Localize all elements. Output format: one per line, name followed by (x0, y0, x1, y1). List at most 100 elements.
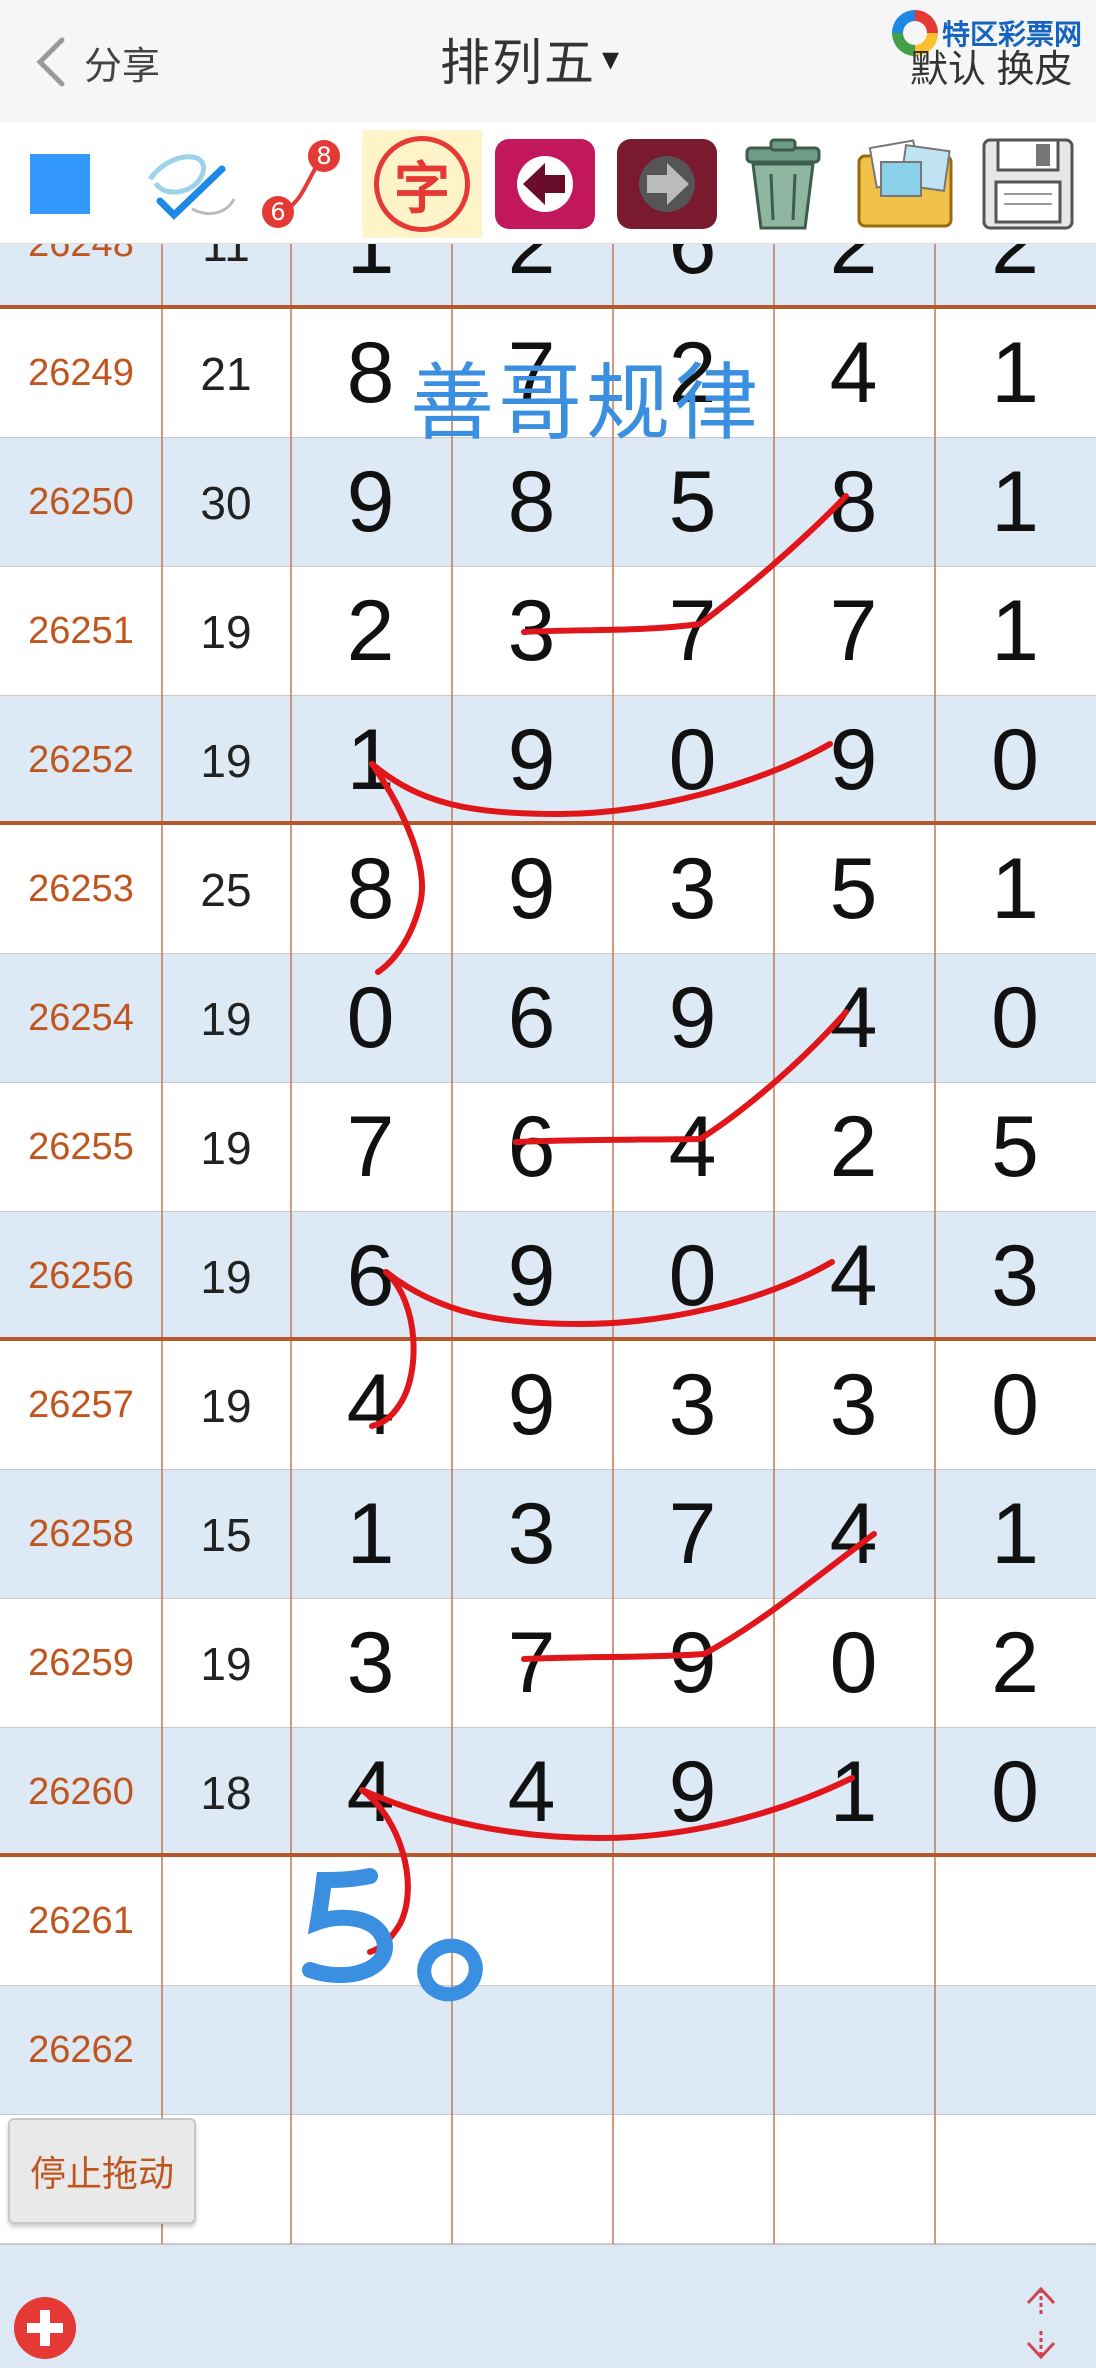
digit-cell[interactable] (290, 2115, 451, 2244)
digit-cell[interactable]: 4 (773, 1212, 934, 1341)
digit-cell[interactable]: 3 (451, 567, 612, 696)
table-row[interactable]: 26258 15 1 3 7 4 1 (0, 1470, 1096, 1599)
table-row[interactable]: 26261 (0, 1857, 1096, 1986)
digit-cell[interactable]: 8 (773, 438, 934, 567)
digit-cell[interactable]: 4 (451, 1728, 612, 1857)
table-row[interactable]: 26250 30 9 8 5 8 1 (0, 438, 1096, 567)
digit-cell[interactable]: 9 (451, 1212, 612, 1341)
digit-cell[interactable]: 0 (773, 1599, 934, 1728)
digit-cell[interactable]: 3 (612, 1341, 773, 1470)
table-row[interactable]: 26256 19 6 9 0 4 3 (0, 1212, 1096, 1341)
digit-cell[interactable]: 6 (612, 244, 773, 309)
draw-history-table[interactable]: 26248 11 1 2 6 2 2 26249 21 8 7 2 4 1 26250 30 9 8 5 8 1 2625… (0, 244, 1096, 2244)
save-button[interactable] (970, 130, 1086, 238)
digit-cell[interactable]: 5 (773, 825, 934, 954)
digit-cell[interactable]: 2 (451, 244, 612, 309)
lottery-selector[interactable]: 排列五 ▾ (440, 24, 619, 94)
redo-button[interactable] (612, 130, 722, 238)
add-icon[interactable] (14, 2297, 76, 2359)
digit-cell[interactable]: 6 (451, 1083, 612, 1212)
digit-cell[interactable] (451, 2115, 612, 2244)
digit-cell[interactable]: 0 (934, 1728, 1096, 1857)
table-row[interactable]: 26260 18 4 4 9 1 0 (0, 1728, 1096, 1857)
digit-cell[interactable]: 0 (934, 954, 1096, 1083)
digit-cell[interactable]: 4 (773, 1470, 934, 1599)
digit-cell[interactable] (773, 2115, 934, 2244)
digit-cell[interactable]: 5 (612, 438, 773, 567)
table-row[interactable]: 26262 (0, 1986, 1096, 2115)
digit-cell[interactable]: 3 (451, 1470, 612, 1599)
digit-cell[interactable]: 8 (290, 825, 451, 954)
table-row[interactable]: 26255 19 7 6 4 2 5 (0, 1083, 1096, 1212)
digit-cell[interactable]: 1 (773, 1728, 934, 1857)
digit-cell[interactable]: 7 (773, 567, 934, 696)
digit-cell[interactable]: 1 (934, 567, 1096, 696)
digit-cell[interactable]: 1 (934, 1470, 1096, 1599)
digit-cell[interactable]: 7 (612, 1470, 773, 1599)
digit-cell[interactable]: 1 (290, 244, 451, 309)
digit-cell[interactable]: 4 (612, 1083, 773, 1212)
digit-cell[interactable] (612, 2115, 773, 2244)
digit-cell[interactable]: 2 (934, 244, 1096, 309)
digit-cell[interactable]: 2 (773, 1083, 934, 1212)
table-row[interactable]: 26259 19 3 7 9 0 2 (0, 1599, 1096, 1728)
table-row[interactable]: 26252 19 1 9 0 9 0 (0, 696, 1096, 825)
table-row[interactable]: 26253 25 8 9 3 5 1 (0, 825, 1096, 954)
stop-drag-button[interactable]: 停止拖动 (8, 2118, 196, 2224)
digit-cell[interactable]: 1 (934, 309, 1096, 438)
album-button[interactable] (846, 130, 966, 238)
digit-cell[interactable] (934, 1857, 1096, 1986)
digit-cell[interactable]: 9 (612, 954, 773, 1083)
digit-cell[interactable]: 0 (934, 1341, 1096, 1470)
digit-cell[interactable]: 0 (612, 696, 773, 825)
digit-cell[interactable] (773, 1986, 934, 2115)
digit-cell[interactable]: 7 (612, 567, 773, 696)
digit-cell[interactable]: 9 (612, 1599, 773, 1728)
digit-cell[interactable]: 6 (290, 1212, 451, 1341)
digit-cell[interactable]: 4 (290, 1341, 451, 1470)
digit-cell[interactable]: 1 (290, 1470, 451, 1599)
digit-cell[interactable]: 2 (290, 567, 451, 696)
digit-cell[interactable] (934, 1986, 1096, 2115)
digit-cell[interactable]: 9 (612, 1728, 773, 1857)
digit-cell[interactable]: 1 (934, 438, 1096, 567)
expand-vertical-icon[interactable] (1018, 2285, 1064, 2361)
digit-cell[interactable]: 3 (290, 1599, 451, 1728)
digit-cell[interactable]: 2 (934, 1599, 1096, 1728)
table-row[interactable]: 26254 19 0 6 9 4 0 (0, 954, 1096, 1083)
skin-button[interactable]: 默认 换皮 (910, 38, 1073, 93)
digit-cell[interactable]: 7 (290, 1083, 451, 1212)
clear-button[interactable] (728, 130, 838, 238)
digit-cell[interactable]: 9 (290, 438, 451, 567)
digit-cell[interactable]: 9 (451, 825, 612, 954)
digit-cell[interactable] (773, 1857, 934, 1986)
digit-cell[interactable]: 4 (773, 954, 934, 1083)
text-tool-button[interactable]: 字 (362, 130, 482, 238)
number-link-button[interactable]: 8 6 (250, 130, 350, 238)
digit-cell[interactable]: 1 (290, 696, 451, 825)
digit-cell[interactable]: 0 (612, 1212, 773, 1341)
digit-cell[interactable]: 9 (773, 696, 934, 825)
pen-tool-button[interactable] (140, 130, 240, 238)
color-picker-button[interactable] (28, 130, 92, 238)
digit-cell[interactable]: 9 (451, 1341, 612, 1470)
digit-cell[interactable]: 6 (451, 954, 612, 1083)
digit-cell[interactable]: 5 (934, 1083, 1096, 1212)
digit-cell[interactable] (612, 1986, 773, 2115)
table-row[interactable]: 26248 11 1 2 6 2 2 (0, 244, 1096, 309)
digit-cell[interactable]: 9 (451, 696, 612, 825)
digit-cell[interactable] (934, 2115, 1096, 2244)
digit-cell[interactable]: 4 (773, 309, 934, 438)
digit-cell[interactable]: 0 (290, 954, 451, 1083)
digit-cell[interactable]: 7 (451, 1599, 612, 1728)
table-row[interactable]: 26257 19 4 9 3 3 0 (0, 1341, 1096, 1470)
digit-cell[interactable]: 1 (934, 825, 1096, 954)
digit-cell[interactable]: 3 (612, 825, 773, 954)
table-row[interactable]: 26251 19 2 3 7 7 1 (0, 567, 1096, 696)
digit-cell[interactable]: 4 (290, 1728, 451, 1857)
share-back-button[interactable]: 分享 (28, 22, 198, 102)
undo-button[interactable] (490, 130, 600, 238)
digit-cell[interactable]: 3 (934, 1212, 1096, 1341)
digit-cell[interactable]: 3 (773, 1341, 934, 1470)
digit-cell[interactable]: 0 (934, 696, 1096, 825)
